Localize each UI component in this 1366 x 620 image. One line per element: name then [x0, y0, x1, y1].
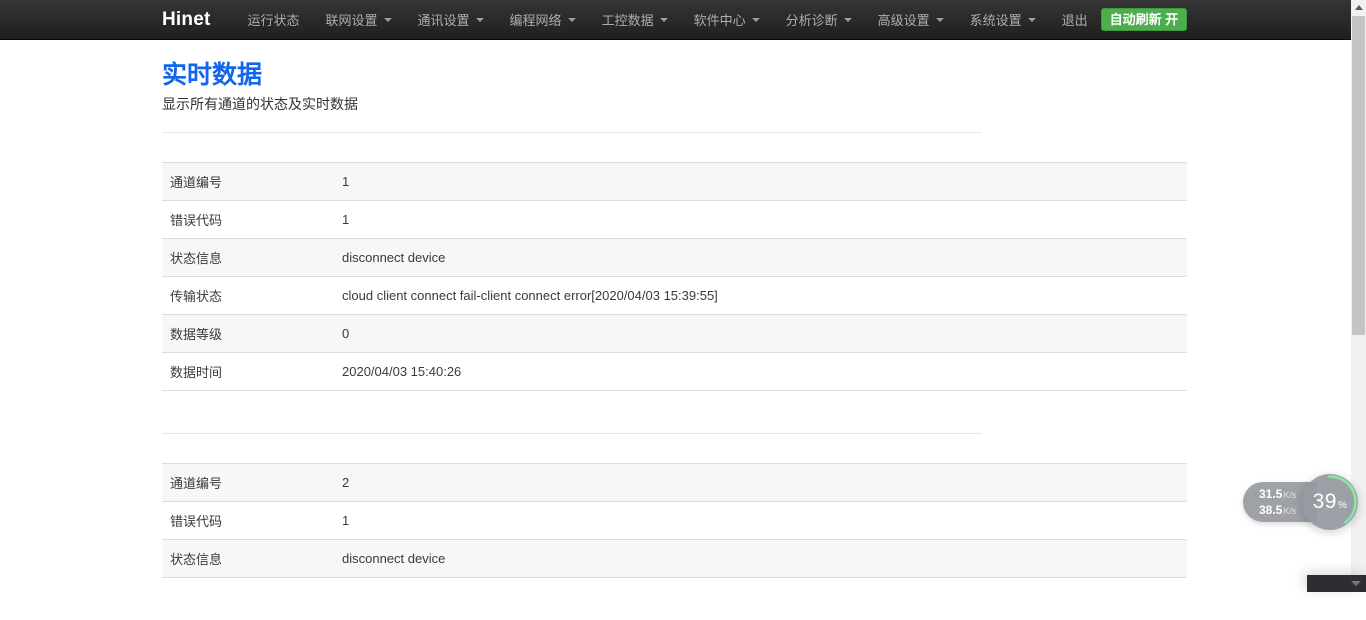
table-row: 错误代码 1 — [162, 201, 1187, 239]
upload-arrow-icon: ↑ — [1253, 491, 1258, 501]
table-row: 状态信息 disconnect device — [162, 239, 1187, 277]
nav-item-0[interactable]: 运行状态 — [235, 0, 313, 39]
top-navbar: Hinet 运行状态 联网设置 通讯设置 编程网络 工控数据 软件中心 分析诊断… — [0, 0, 1366, 40]
chevron-down-icon — [1028, 18, 1036, 22]
nav-item-label: 系统设置 — [970, 10, 1022, 29]
table-row: 错误代码 1 — [162, 502, 1187, 540]
nav-item-6[interactable]: 分析诊断 — [773, 0, 865, 39]
nav-item-5[interactable]: 软件中心 — [681, 0, 773, 39]
row-label: 错误代码 — [162, 201, 342, 239]
nav-item-8[interactable]: 系统设置 — [957, 0, 1049, 39]
scroll-down-arrow-icon — [1351, 581, 1361, 586]
nav-item-4[interactable]: 工控数据 — [589, 0, 681, 39]
corner-overlay[interactable] — [1307, 575, 1366, 592]
nav-item-label: 分析诊断 — [786, 10, 838, 29]
chevron-down-icon — [752, 18, 760, 22]
section-divider — [162, 132, 982, 133]
row-value: cloud client connect fail-client connect… — [342, 277, 1187, 315]
scrollbar-up-button[interactable] — [1351, 0, 1366, 15]
nav-item-label: 高级设置 — [878, 10, 930, 29]
auto-refresh-toggle-button[interactable]: 自动刷新 开 — [1101, 8, 1188, 31]
table-row: 数据时间 2020/04/03 15:40:26 — [162, 353, 1187, 391]
download-speed-value: 38.5 — [1259, 504, 1282, 516]
nav-menu: 运行状态 联网设置 通讯设置 编程网络 工控数据 软件中心 分析诊断 高级设置 … — [235, 0, 1101, 39]
row-value: 1 — [342, 201, 1187, 239]
table-row: 传输状态 cloud client connect fail-client co… — [162, 277, 1187, 315]
nav-item-label: 运行状态 — [248, 10, 300, 29]
nav-item-label: 工控数据 — [602, 10, 654, 29]
page-title: 实时数据 — [162, 61, 1187, 90]
chevron-down-icon — [660, 18, 668, 22]
row-value: 2020/04/03 15:40:26 — [342, 353, 1187, 391]
channel-table: 通道编号 2 错误代码 1 状态信息 disconnect device — [162, 463, 1187, 578]
channel-section: 通道编号 1 错误代码 1 状态信息 disconnect device 传输状… — [162, 132, 1187, 391]
row-value: disconnect device — [342, 540, 1187, 578]
chevron-down-icon — [568, 18, 576, 22]
section-divider — [162, 433, 982, 434]
scrollbar-thumb[interactable] — [1352, 16, 1365, 335]
navbar-inner: Hinet 运行状态 联网设置 通讯设置 编程网络 工控数据 软件中心 分析诊断… — [162, 0, 1187, 39]
nav-item-2[interactable]: 通讯设置 — [405, 0, 497, 39]
table-row: 状态信息 disconnect device — [162, 540, 1187, 578]
scroll-up-arrow-icon — [1355, 5, 1363, 10]
row-value: disconnect device — [342, 239, 1187, 277]
chevron-down-icon — [384, 18, 392, 22]
channel-table: 通道编号 1 错误代码 1 状态信息 disconnect device 传输状… — [162, 162, 1187, 391]
nav-item-7[interactable]: 高级设置 — [865, 0, 957, 39]
nav-item-1[interactable]: 联网设置 — [313, 0, 405, 39]
row-label: 通道编号 — [162, 163, 342, 201]
nav-item-3[interactable]: 编程网络 — [497, 0, 589, 39]
download-arrow-icon: ↓ — [1253, 507, 1258, 517]
nav-item-label: 软件中心 — [694, 10, 746, 29]
nav-item-label: 联网设置 — [326, 10, 378, 29]
chevron-down-icon — [844, 18, 852, 22]
row-value: 1 — [342, 502, 1187, 540]
channel-section: 通道编号 2 错误代码 1 状态信息 disconnect device — [162, 433, 1187, 578]
nav-item-label: 退出 — [1062, 10, 1088, 29]
nav-item-9[interactable]: 退出 — [1049, 0, 1101, 39]
upload-speed-unit: K/s — [1283, 491, 1296, 500]
percent-gauge[interactable]: 39 % — [1302, 474, 1358, 530]
row-value: 0 — [342, 315, 1187, 353]
row-label: 传输状态 — [162, 277, 342, 315]
brand-logo[interactable]: Hinet — [162, 9, 211, 31]
row-label: 错误代码 — [162, 502, 342, 540]
nav-item-label: 编程网络 — [510, 10, 562, 29]
chevron-down-icon — [476, 18, 484, 22]
gauge-arc-icon — [1302, 474, 1358, 530]
row-value: 2 — [342, 464, 1187, 502]
row-value: 1 — [342, 163, 1187, 201]
upload-speed-value: 31.5 — [1259, 488, 1282, 500]
page-subtitle: 显示所有通道的状态及实时数据 — [162, 96, 1187, 112]
table-row: 数据等级 0 — [162, 315, 1187, 353]
main-content: 实时数据 显示所有通道的状态及实时数据 通道编号 1 错误代码 1 状态信息 d… — [162, 40, 1187, 620]
row-label: 状态信息 — [162, 540, 342, 578]
row-label: 状态信息 — [162, 239, 342, 277]
nav-item-label: 通讯设置 — [418, 10, 470, 29]
row-label: 通道编号 — [162, 464, 342, 502]
row-label: 数据等级 — [162, 315, 342, 353]
chevron-down-icon — [936, 18, 944, 22]
channel-sections: 通道编号 1 错误代码 1 状态信息 disconnect device 传输状… — [162, 132, 1187, 578]
row-label: 数据时间 — [162, 353, 342, 391]
table-row: 通道编号 2 — [162, 464, 1187, 502]
table-row: 通道编号 1 — [162, 163, 1187, 201]
download-speed-unit: K/s — [1283, 507, 1296, 516]
